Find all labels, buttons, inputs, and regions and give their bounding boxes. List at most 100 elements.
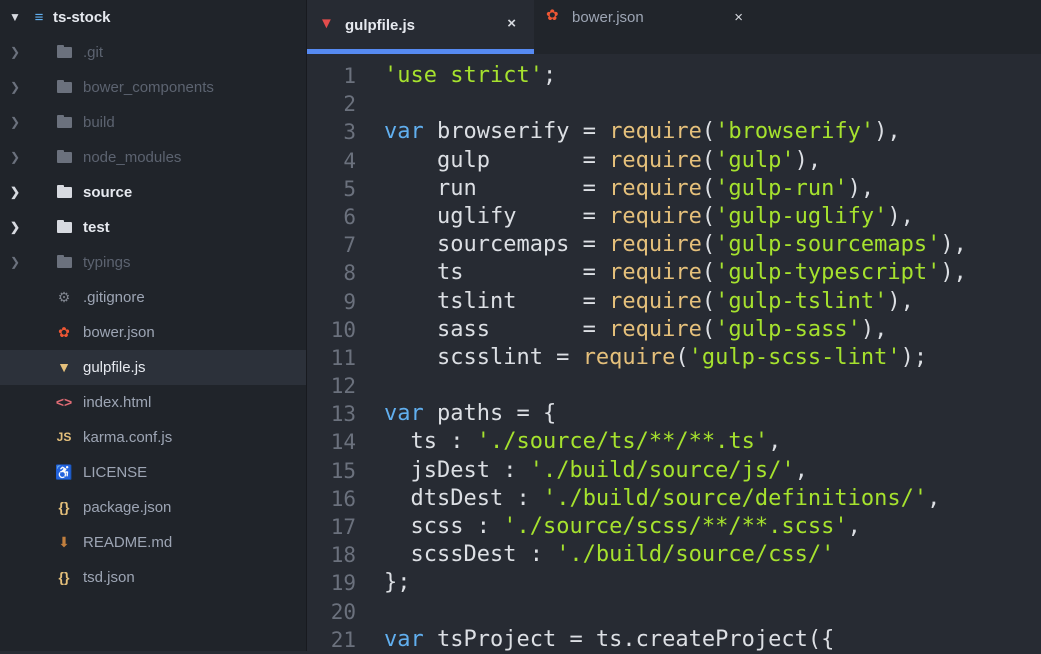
code-line[interactable]: 13 var paths = { (307, 400, 1041, 428)
code-line[interactable]: 19}; (307, 569, 1041, 597)
tree-folder-bower-components[interactable]: ❯ bower_components (0, 70, 306, 105)
code-token: ( (701, 147, 716, 173)
code-line[interactable]: 20 (307, 598, 1041, 626)
tree-folder-node-modules[interactable]: ❯ node_modules (0, 140, 306, 175)
code-token: require (609, 260, 702, 286)
code-line[interactable]: 10 sass = require('gulp-sass'), (307, 316, 1041, 344)
code-token: ); (900, 344, 928, 370)
code-line[interactable]: 5 run = require('gulp-run'), (307, 175, 1041, 203)
tree-root-ts-stock[interactable]: ▼ ≡ ts-stock (0, 0, 306, 35)
code-line[interactable]: 11 scsslint = require('gulp-scss-lint'); (307, 344, 1041, 372)
code-line[interactable]: 16 dtsDest : './build/source/definitions… (307, 485, 1041, 513)
tree-folder-build[interactable]: ❯ build (0, 105, 306, 140)
tree-file-license[interactable]: ♿ LICENSE (0, 455, 306, 490)
tree-folder-git[interactable]: ❯ .git (0, 35, 306, 70)
code-line[interactable]: 6 uglify = require('gulp-uglify'), (307, 203, 1041, 231)
code-token: ts : (384, 429, 477, 455)
code-token: ), (794, 147, 822, 173)
code-line[interactable]: 17 scss : './source/scss/**/**.scss', (307, 513, 1041, 541)
chevron-right-icon[interactable]: ❯ (8, 70, 22, 105)
code-token: ), (940, 232, 967, 258)
code-line[interactable]: 9 tslint = require('gulp-tslint'), (307, 288, 1041, 316)
code-token: ), (847, 175, 875, 201)
line-number: 15 (330, 458, 356, 483)
tree-root-label: ts-stock (53, 9, 111, 26)
code-text: var browserify = require('browserify'), (384, 118, 901, 146)
code-token: ( (675, 344, 689, 370)
line-number: 21 (330, 627, 356, 652)
code-line[interactable]: 15 jsDest : './build/source/js/', (307, 457, 1041, 485)
chevron-right-icon[interactable]: ❯ (8, 245, 22, 280)
tree-file-bower-json[interactable]: ✿ bower.json (0, 315, 306, 350)
markdown-icon: ⬇ (58, 534, 70, 550)
code-token: run = (384, 175, 610, 201)
repository-icon: ≡ (34, 9, 44, 26)
chevron-right-icon[interactable]: ❯ (8, 175, 22, 210)
code-token: tsProject = ts.createProject({ (423, 626, 835, 652)
tree-file-karma-conf-js[interactable]: JS karma.conf.js (0, 420, 306, 455)
code-token: require (609, 119, 702, 145)
tree-file-tsd-json[interactable]: {} tsd.json (0, 560, 306, 595)
code-line[interactable]: 18 scssDest : './build/source/css/' (307, 541, 1041, 569)
code-token: './build/source/css/' (556, 542, 835, 568)
tree-file-readme-md[interactable]: ⬇ README.md (0, 525, 306, 560)
close-icon[interactable]: × (734, 0, 743, 42)
code-token: ), (860, 316, 888, 342)
code-editor[interactable]: 1 'use strict'; 2 3 var browserify = require… (307, 62, 1041, 654)
code-token: 'browserify' (715, 119, 875, 145)
chevron-right-icon[interactable]: ❯ (8, 105, 22, 140)
line-number: 16 (330, 486, 356, 511)
code-text: var paths = { (384, 400, 556, 428)
line-number: 18 (330, 543, 356, 568)
code-token: ), (874, 119, 901, 145)
tree-folder-test[interactable]: ❯ test (0, 210, 306, 245)
tab-label: gulpfile.js (345, 17, 416, 34)
code-line[interactable]: 21 var tsProject = ts.createProject({ (307, 626, 1041, 654)
code-line[interactable]: 8 ts = require('gulp-typescript'), (307, 259, 1041, 287)
line-number: 13 (330, 402, 356, 427)
tree-file-gulpfile-js[interactable]: ▼ gulpfile.js (0, 350, 306, 385)
folder-icon (55, 245, 73, 280)
tree-item-label: build (83, 114, 115, 131)
chevron-right-icon[interactable]: ❯ (8, 210, 22, 245)
code-token: 'gulp-typescript' (715, 260, 941, 286)
code-token: var (384, 401, 424, 427)
line-number: 4 (343, 148, 356, 173)
line-number: 3 (343, 120, 356, 145)
chevron-down-icon[interactable]: ▼ (8, 0, 22, 35)
code-token: 'gulp-run' (715, 175, 848, 201)
code-token: ( (701, 316, 716, 342)
code-token: 'gulp-sourcemaps' (715, 232, 941, 258)
tree-folder-typings[interactable]: ❯ typings (0, 245, 306, 280)
code-line[interactable]: 2 (307, 90, 1041, 118)
html-code-icon: <> (55, 394, 73, 410)
code-token: uglify = (384, 203, 610, 229)
code-line[interactable]: 7 sourcemaps = require('gulp-sourcemaps'… (307, 231, 1041, 259)
tree-item-label: test (83, 219, 110, 236)
code-token: tslint = (384, 288, 610, 314)
code-line[interactable]: 1 'use strict'; (307, 62, 1041, 90)
tab-gulpfile-js[interactable]: ▼ gulpfile.js × (307, 0, 534, 54)
tree-file-gitignore[interactable]: ⚙ .gitignore (0, 280, 306, 315)
code-line[interactable]: 14 ts : './source/ts/**/**.ts', (307, 428, 1041, 456)
code-text: uglify = require('gulp-uglify'), (384, 203, 914, 231)
code-text: }; (384, 569, 411, 597)
code-token: browserify = (423, 119, 610, 145)
code-line[interactable]: 3 var browserify = require('browserify'), (307, 118, 1041, 146)
line-number: 7 (343, 233, 356, 258)
chevron-right-icon[interactable]: ❯ (8, 35, 22, 70)
tree-file-index-html[interactable]: <> index.html (0, 385, 306, 420)
code-line[interactable]: 12 (307, 372, 1041, 400)
code-token: require (609, 147, 702, 173)
tree-folder-source[interactable]: ❯ source (0, 175, 306, 210)
close-icon[interactable]: × (507, 0, 516, 48)
chevron-right-icon[interactable]: ❯ (8, 140, 22, 175)
tree-item-label: typings (83, 254, 131, 271)
tree-item-label: .gitignore (83, 289, 145, 306)
code-line[interactable]: 4 gulp = require('gulp'), (307, 147, 1041, 175)
tab-bower-json[interactable]: ✿ bower.json × (534, 0, 761, 54)
tree-file-package-json[interactable]: {} package.json (0, 490, 306, 525)
line-number: 5 (343, 176, 356, 201)
code-token: var (384, 119, 424, 145)
code-token: , (794, 457, 808, 483)
